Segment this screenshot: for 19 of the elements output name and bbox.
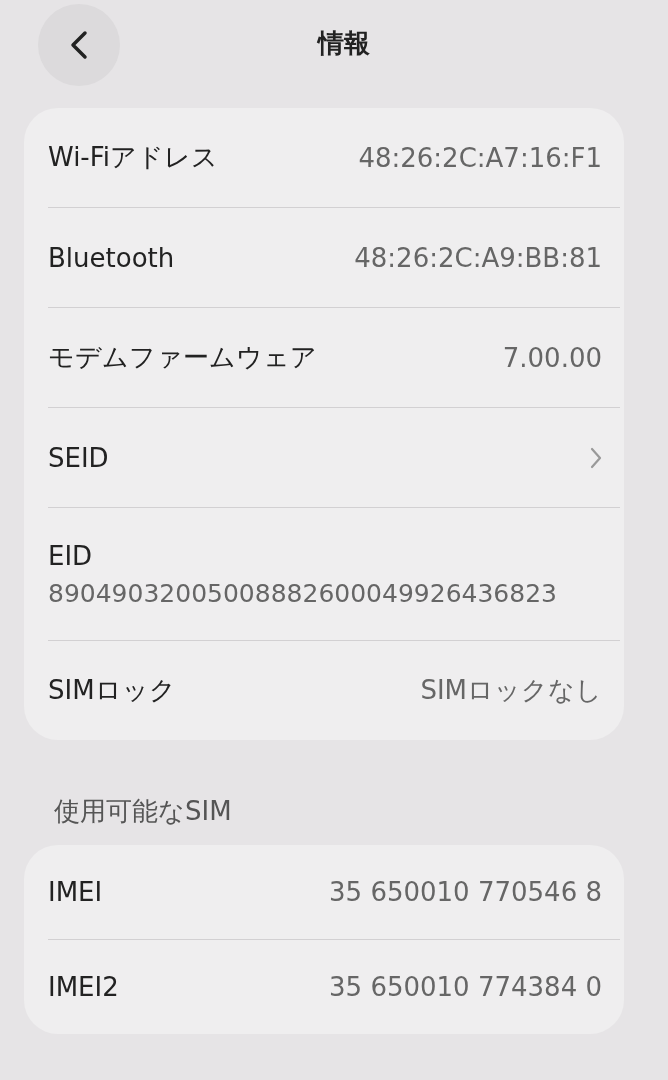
row-value: 48:26:2C:A7:16:F1 <box>358 142 602 173</box>
row-value: 35 650010 770546 8 <box>329 877 602 907</box>
row-value: 7.00.00 <box>502 342 602 373</box>
row-value: 48:26:2C:A9:BB:81 <box>354 242 602 273</box>
row-label: IMEI2 <box>48 972 119 1002</box>
chevron-left-icon <box>70 30 88 60</box>
row-label: EID <box>48 540 93 571</box>
chevron-right-icon <box>590 446 602 469</box>
settings-row[interactable]: SEID <box>48 408 624 507</box>
row-value: 89049032005008882600049926436823 <box>48 578 557 608</box>
row-label: SIMロック <box>48 674 176 707</box>
page-title: 情報 <box>318 27 370 60</box>
row-label: モデムファームウェア <box>48 341 317 374</box>
row-label: Bluetooth <box>48 242 175 273</box>
row-value: 35 650010 774384 0 <box>329 972 602 1002</box>
row-label: IMEI <box>48 877 103 907</box>
row-label: Wi-Fiアドレス <box>48 141 219 174</box>
row-value: SIMロックなし <box>420 674 602 707</box>
section-header: 使用可能なSIM <box>53 795 233 828</box>
